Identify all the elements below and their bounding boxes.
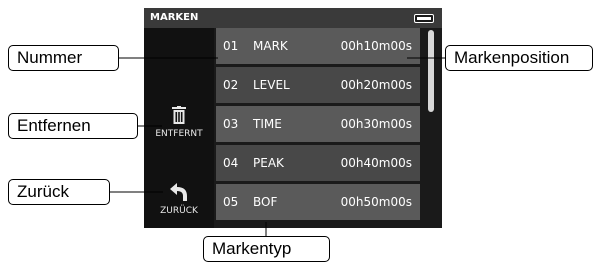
callout-entfernen: Entfernen [8, 113, 138, 139]
callout-nummer: Nummer [8, 45, 119, 71]
callout-markentyp: Markentyp [203, 236, 330, 262]
callout-zurueck: Zurück [8, 179, 110, 205]
callout-markenposition: Markenposition [445, 45, 593, 71]
